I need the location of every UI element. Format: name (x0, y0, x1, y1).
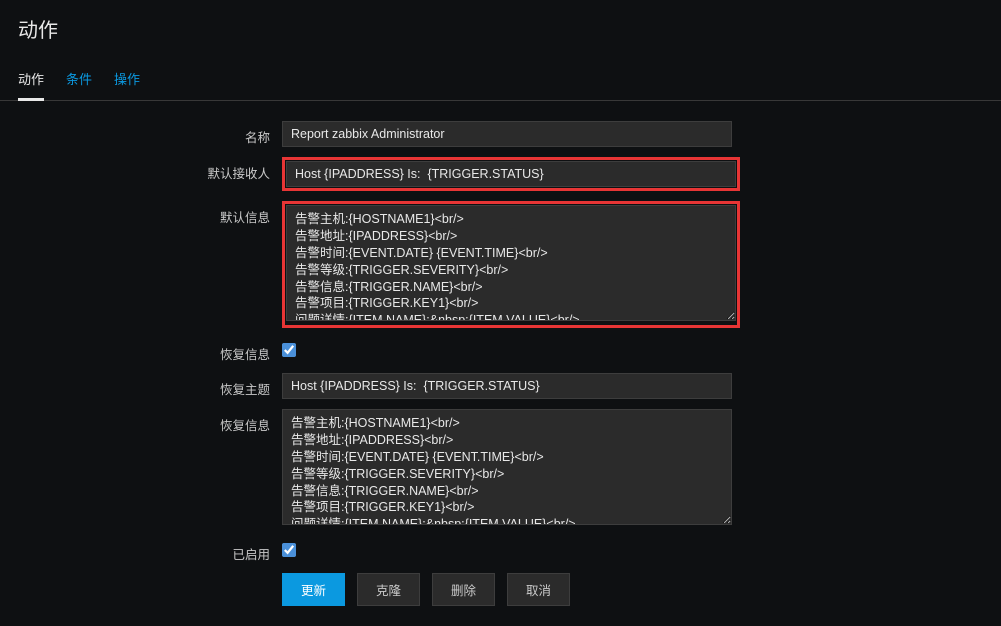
tab-condition[interactable]: 条件 (66, 69, 92, 100)
recovery-message-checkbox[interactable] (282, 343, 296, 357)
default-recipient-highlight (282, 157, 740, 191)
default-recipient-label: 默认接收人 (18, 157, 282, 182)
tab-action[interactable]: 动作 (18, 69, 44, 101)
default-recipient-input[interactable] (286, 161, 736, 187)
default-message-label: 默认信息 (18, 201, 282, 226)
delete-button[interactable]: 删除 (432, 573, 495, 606)
button-row: 更新 克隆 删除 取消 (282, 573, 983, 606)
recovery-subject-input[interactable] (282, 373, 732, 399)
recovery-info-label: 恢复信息 (18, 409, 282, 434)
name-label: 名称 (18, 121, 282, 146)
clone-button[interactable]: 克隆 (357, 573, 420, 606)
recovery-subject-label: 恢复主题 (18, 373, 282, 398)
recovery-message-label: 恢复信息 (18, 338, 282, 363)
enabled-checkbox[interactable] (282, 543, 296, 557)
enabled-label: 已启用 (18, 538, 282, 563)
page-title: 动作 (0, 0, 1001, 53)
default-message-highlight (282, 201, 740, 328)
tabs-container: 动作 条件 操作 (0, 53, 1001, 101)
cancel-button[interactable]: 取消 (507, 573, 570, 606)
update-button[interactable]: 更新 (282, 573, 345, 606)
default-message-textarea[interactable] (286, 205, 736, 321)
recovery-info-textarea[interactable] (282, 409, 732, 525)
name-input[interactable] (282, 121, 732, 147)
action-form: 名称 默认接收人 默认信息 恢复信息 恢复主题 恢复信息 (0, 101, 1001, 626)
tab-operation[interactable]: 操作 (114, 69, 140, 100)
